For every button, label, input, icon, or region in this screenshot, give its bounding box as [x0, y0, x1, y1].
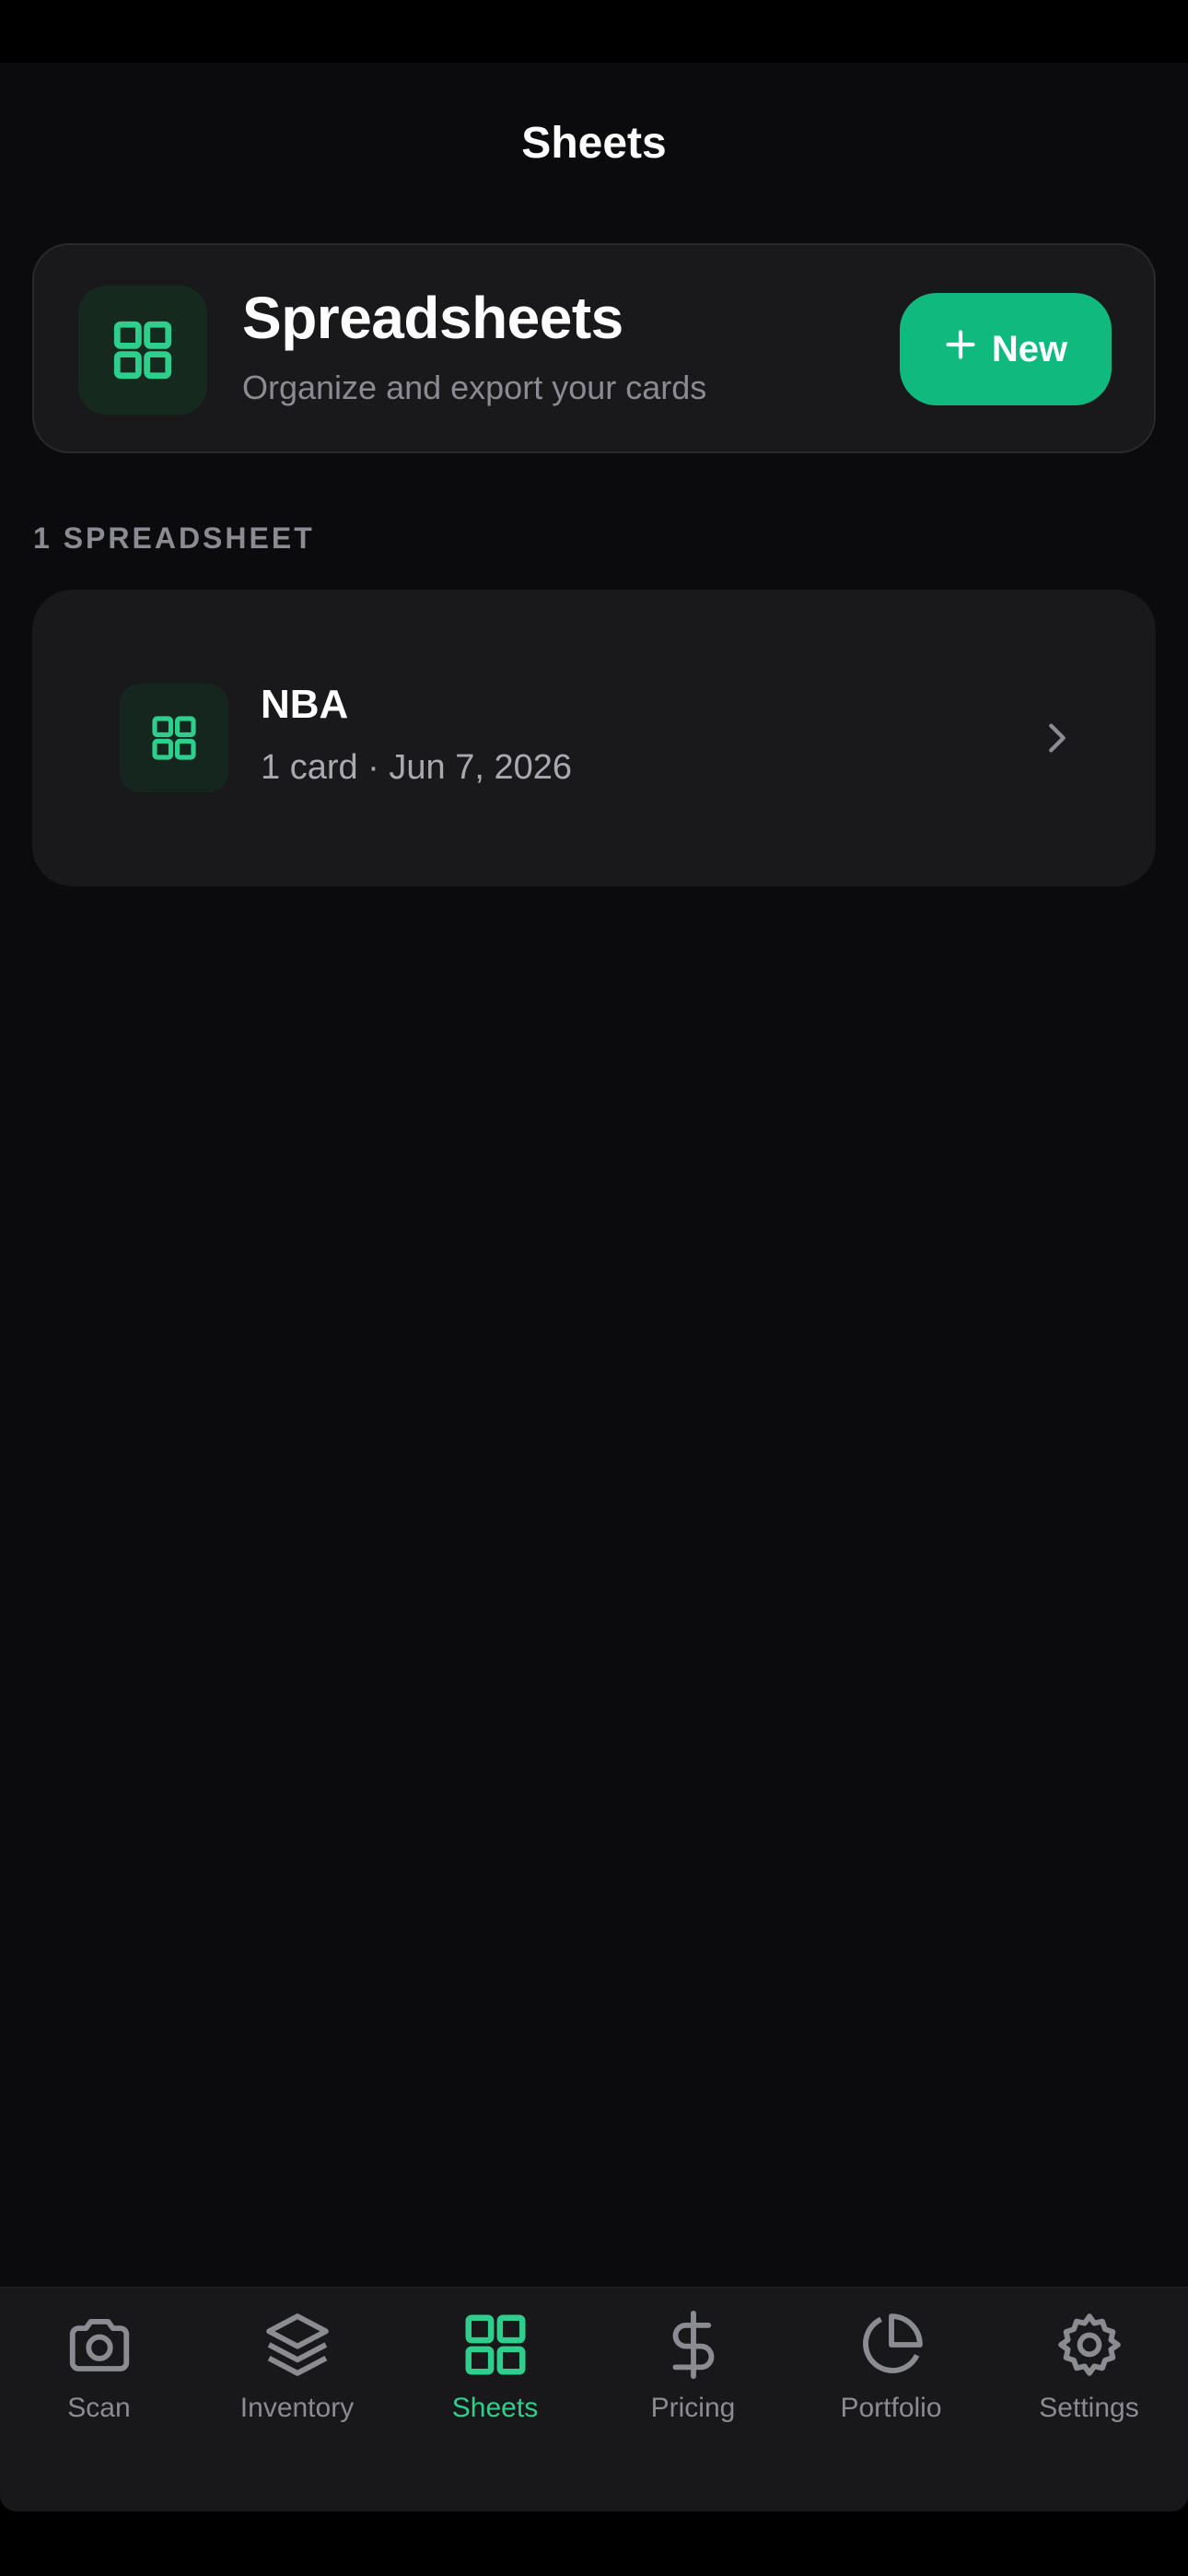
app-screen: Sheets Spreadsheets Organize and export … — [0, 63, 1188, 2512]
grid-icon — [78, 286, 207, 415]
pie-chart-icon — [853, 2306, 930, 2383]
layers-icon — [259, 2306, 336, 2383]
spreadsheet-meta: 1 card · Jun 7, 2026 — [261, 748, 572, 787]
tab-inventory[interactable]: Inventory — [198, 2306, 396, 2435]
grid-icon — [120, 684, 228, 792]
page-title: Sheets — [521, 119, 667, 168]
spreadsheet-list: NBA 1 card · Jun 7, 2026 — [32, 590, 1156, 886]
tab-label: Inventory — [239, 2393, 355, 2423]
new-button-label: New — [991, 328, 1068, 369]
camera-icon — [61, 2306, 138, 2383]
section-count-label: 1 SPREADSHEET — [33, 521, 315, 555]
chevron-right-icon — [1027, 708, 1088, 768]
new-spreadsheet-button[interactable]: New — [900, 293, 1112, 405]
tab-label: Scan — [67, 2393, 131, 2423]
plus-icon — [944, 328, 977, 370]
dollar-icon — [655, 2306, 732, 2383]
spreadsheets-header-card: Spreadsheets Organize and export your ca… — [32, 243, 1156, 453]
tab-scan[interactable]: Scan — [0, 2306, 198, 2435]
tab-label: Settings — [1039, 2393, 1139, 2423]
spreadsheet-title: NBA — [261, 682, 349, 727]
hero-subtitle: Organize and export your cards — [242, 369, 707, 406]
tab-label: Portfolio — [840, 2393, 942, 2423]
tab-bar: Scan Inventory Sheets Pricing Portfolio … — [0, 2287, 1188, 2512]
grid-icon — [457, 2306, 534, 2383]
tab-portfolio[interactable]: Portfolio — [792, 2306, 990, 2435]
hero-title: Spreadsheets — [242, 285, 623, 351]
tab-settings[interactable]: Settings — [990, 2306, 1188, 2435]
tab-label: Sheets — [451, 2393, 539, 2423]
tab-pricing[interactable]: Pricing — [594, 2306, 792, 2435]
tab-sheets[interactable]: Sheets — [396, 2306, 594, 2435]
tab-label: Pricing — [650, 2393, 736, 2423]
spreadsheet-row[interactable]: NBA 1 card · Jun 7, 2026 — [32, 590, 1156, 886]
gear-icon — [1051, 2306, 1128, 2383]
